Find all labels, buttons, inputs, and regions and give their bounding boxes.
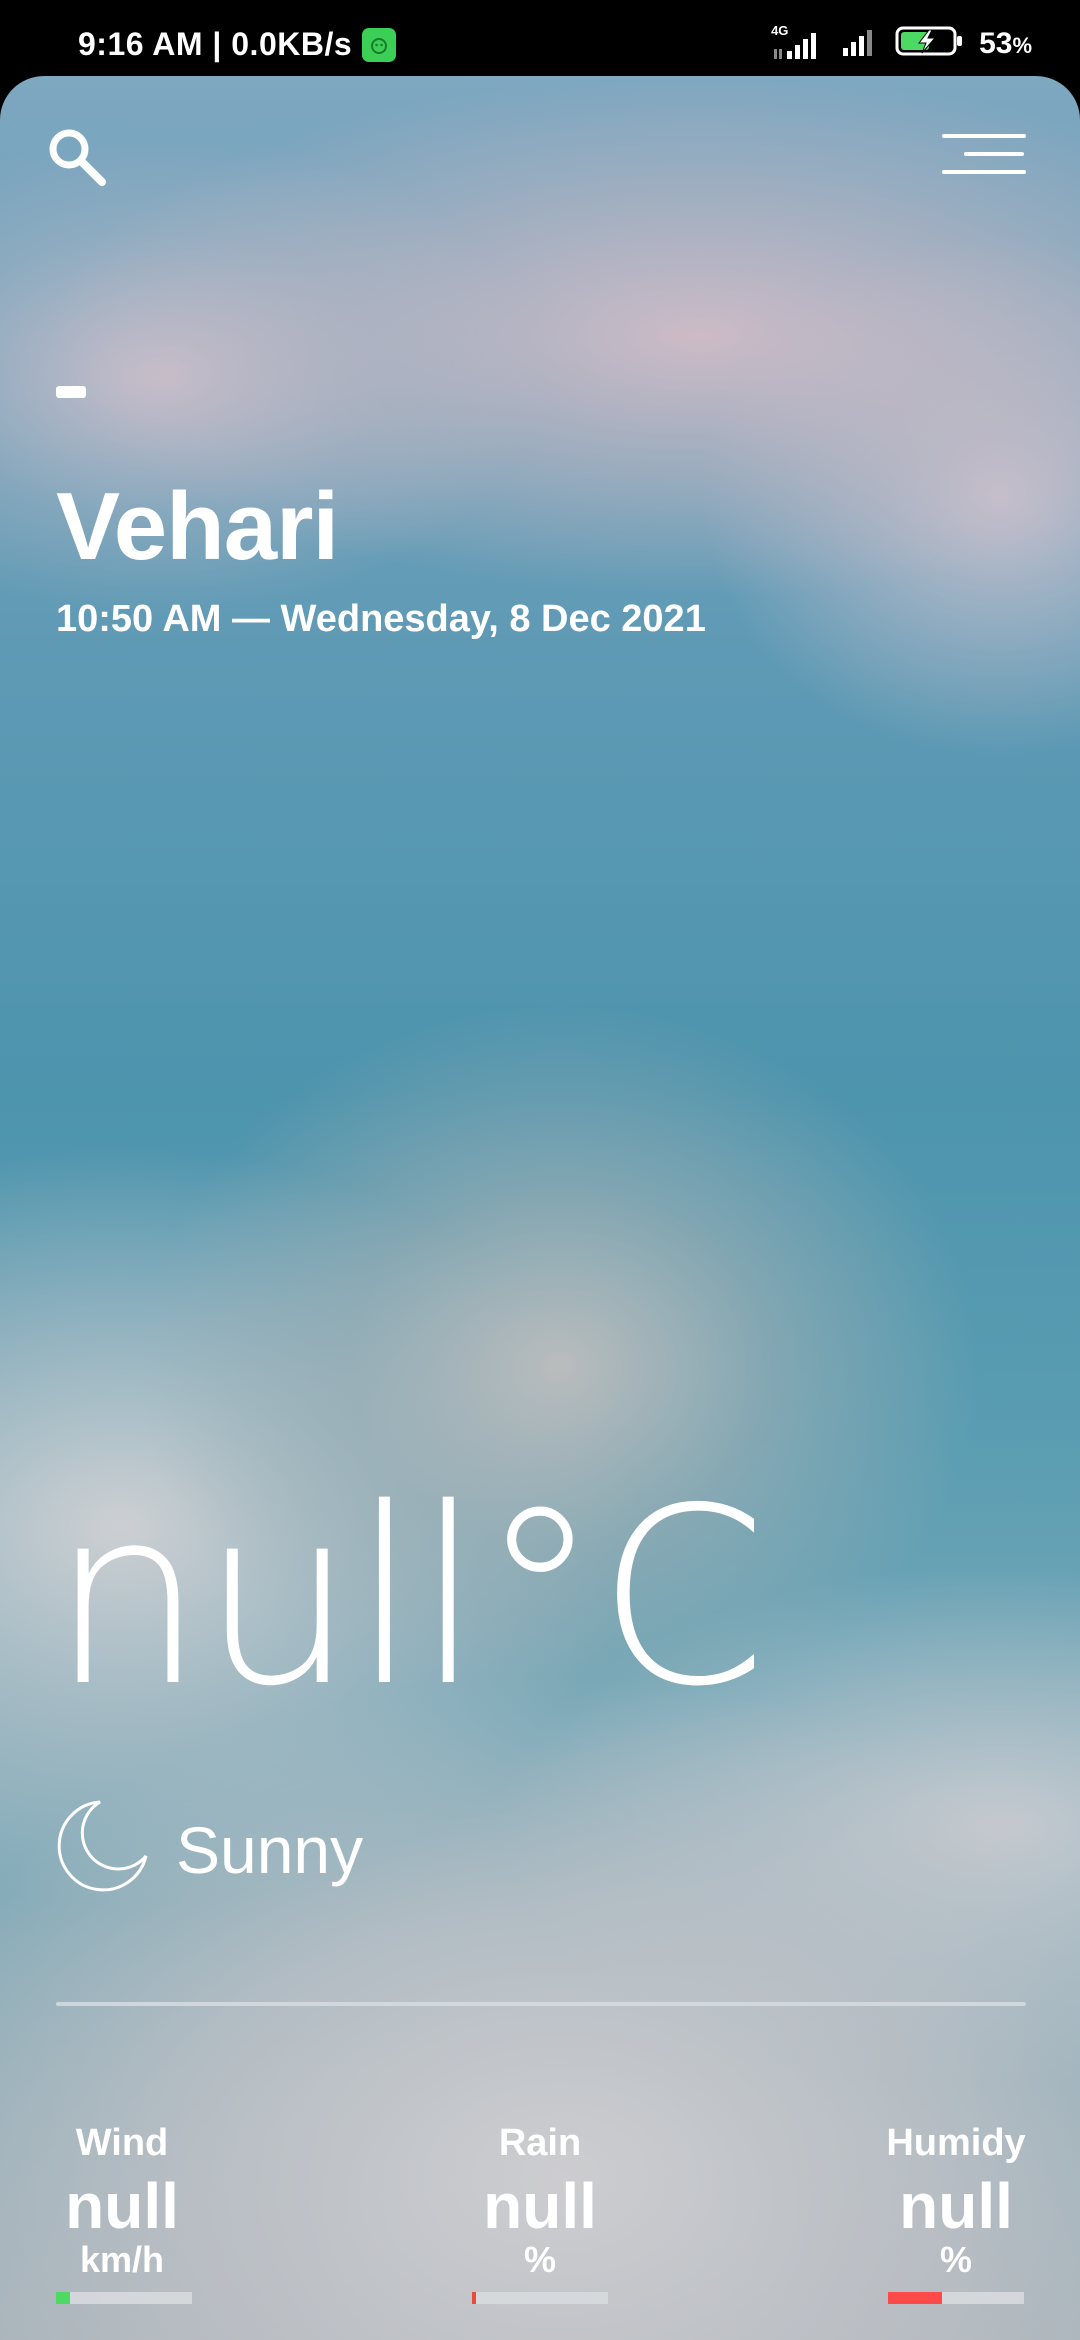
- date-time: 10:50 AM — Wednesday, 8 Dec 2021: [56, 598, 706, 640]
- wind-value: null: [65, 2170, 179, 2242]
- rain-bar-fill: [472, 2292, 476, 2304]
- loading-indicator: [56, 386, 86, 398]
- search-button[interactable]: [42, 122, 112, 192]
- wind-bar: [56, 2292, 192, 2304]
- moon-icon: [57, 1800, 148, 1892]
- condition-text: Sunny: [176, 1813, 364, 1887]
- humidity-bar: [888, 2292, 1024, 2304]
- menu-button[interactable]: [940, 126, 1028, 186]
- temperature: null°C: [50, 1456, 767, 1740]
- humidity-stat: Humidy null %: [856, 2122, 1056, 2281]
- battery-unit: %: [1012, 32, 1032, 58]
- app-notification-icon: [362, 27, 397, 62]
- rain-unit: %: [523, 2239, 556, 2280]
- signal-icon: [839, 24, 881, 63]
- status-bar: 9:16 AM | 0.0KB/s 4G 53%: [0, 0, 1080, 78]
- battery-percent: 53%: [979, 27, 1032, 61]
- rain-label: Rain: [498, 2122, 582, 2164]
- divider: [56, 2002, 1026, 2006]
- humidity-value: null: [899, 2170, 1013, 2242]
- search-icon: [49, 129, 106, 186]
- humidity-unit: %: [939, 2239, 972, 2280]
- status-right: 4G 53%: [769, 23, 1032, 63]
- humidity-label: Humidy: [886, 2122, 1026, 2164]
- city-name: Vehari: [56, 473, 339, 580]
- rain-value: null: [483, 2170, 597, 2242]
- wind-stat: Wind null km/h: [22, 2122, 222, 2281]
- wind-bar-fill: [56, 2292, 70, 2304]
- wind-unit: km/h: [79, 2239, 165, 2280]
- menu-icon-line: [964, 152, 1024, 156]
- rain-stat: Rain null %: [440, 2122, 640, 2281]
- status-left: 9:16 AM | 0.0KB/s: [78, 26, 397, 63]
- signal-4g-icon: 4G: [769, 23, 825, 61]
- battery-value: 53: [979, 26, 1013, 60]
- weather-screen: Vehari 10:50 AM — Wednesday, 8 Dec 2021 …: [0, 76, 1080, 2340]
- status-time-speed: 9:16 AM | 0.0KB/s: [78, 26, 353, 62]
- menu-icon: [942, 134, 1026, 138]
- menu-icon-line: [942, 170, 1026, 174]
- rain-bar: [472, 2292, 608, 2304]
- battery-charging-icon: [895, 24, 965, 63]
- wind-label: Wind: [75, 2122, 169, 2164]
- humidity-bar-fill: [888, 2292, 942, 2304]
